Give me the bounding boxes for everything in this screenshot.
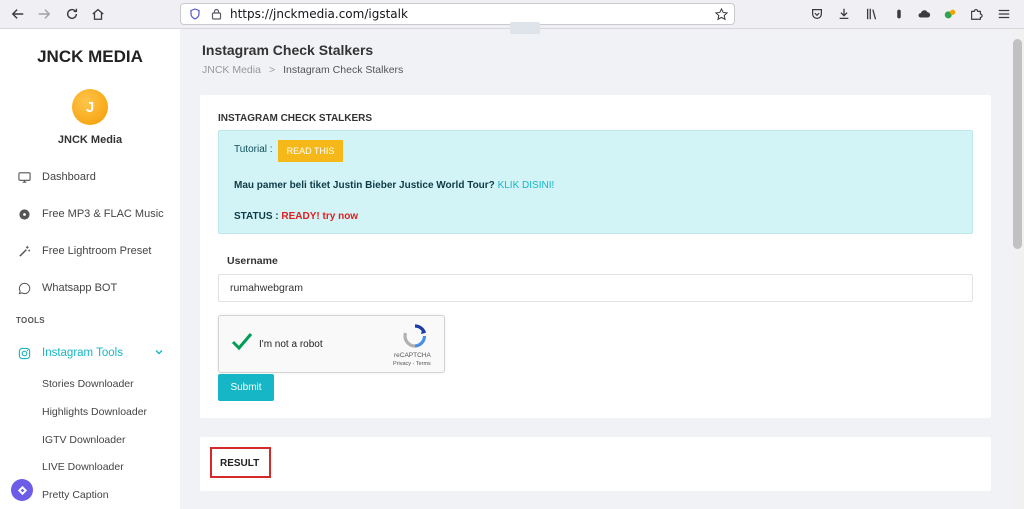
captcha-label: I'm not a robot — [259, 339, 323, 350]
sidebar: JNCK MEDIA J JNCK Media Dashboard Free M… — [0, 29, 180, 509]
puzzle-icon[interactable] — [966, 4, 986, 24]
diamond-icon — [17, 485, 27, 495]
chevron-down-icon[interactable] — [154, 347, 164, 357]
sidebar-item-label: Dashboard — [42, 171, 96, 183]
floating-action-button[interactable] — [11, 479, 33, 501]
sidebar-item-lightroom-preset[interactable]: Free Lightroom Preset — [18, 241, 151, 261]
checkmark-icon[interactable] — [231, 331, 253, 351]
sidebar-item-dashboard[interactable]: Dashboard — [18, 167, 96, 187]
reload-icon[interactable] — [62, 4, 82, 24]
breadcrumb-separator: > — [268, 64, 276, 76]
result-label: RESULT — [220, 458, 260, 469]
lock-icon[interactable] — [211, 8, 222, 20]
sidebar-item-free-music[interactable]: Free MP3 & FLAC Music — [18, 204, 164, 224]
magic-wand-icon — [18, 245, 31, 258]
menu-icon[interactable] — [994, 4, 1014, 24]
monitor-icon — [18, 171, 31, 184]
result-card: RESULT — [200, 437, 991, 491]
page-scrollbar[interactable] — [1011, 29, 1024, 509]
sidebar-subitem-pretty-caption[interactable]: Pretty Caption — [42, 489, 109, 501]
sidebar-subitem-live-downloader[interactable]: LIVE Downloader — [42, 461, 124, 473]
sidebar-item-whatsapp-bot[interactable]: Whatsapp BOT — [18, 278, 117, 298]
pocket-icon[interactable] — [807, 4, 827, 24]
promo-link[interactable]: KLIK DISINI! — [498, 180, 555, 191]
user-name: JNCK Media — [57, 134, 123, 146]
promo-message: Mau pamer beli tiket Justin Bieber Justi… — [234, 180, 495, 191]
disc-icon — [18, 208, 31, 221]
back-icon[interactable] — [8, 4, 28, 24]
address-bar[interactable]: https://jnckmedia.com/igstalk — [180, 3, 735, 25]
sidebar-subitem-stories-downloader[interactable]: Stories Downloader — [42, 378, 134, 390]
submit-button[interactable]: Submit — [218, 374, 274, 401]
scrollbar-thumb[interactable] — [1013, 39, 1022, 249]
status-label: STATUS : — [234, 211, 279, 222]
download-icon[interactable] — [834, 4, 854, 24]
brand-logo[interactable]: JNCK MEDIA — [0, 47, 180, 67]
sidebar-item-instagram-tools[interactable]: Instagram Tools — [18, 343, 123, 363]
captcha-links[interactable]: Privacy - Terms — [393, 361, 431, 367]
sidebar-item-label: Free MP3 & FLAC Music — [42, 208, 164, 220]
url-text[interactable]: https://jnckmedia.com/igstalk — [230, 7, 408, 21]
stalker-form-card: INSTAGRAM CHECK STALKERS Tutorial : READ… — [200, 95, 991, 418]
page-title: Instagram Check Stalkers — [202, 42, 374, 58]
home-icon[interactable] — [88, 4, 108, 24]
read-this-button[interactable]: READ THIS — [278, 140, 343, 162]
info-alert: Tutorial : READ THIS Mau pamer beli tike… — [218, 130, 973, 234]
library-icon[interactable] — [862, 4, 882, 24]
shield-icon[interactable] — [189, 8, 201, 20]
star-icon[interactable] — [715, 8, 728, 21]
recaptcha-logo-icon — [402, 323, 428, 349]
breadcrumb: JNCK Media > Instagram Check Stalkers — [202, 64, 403, 76]
promo-text: Mau pamer beli tiket Justin Bieber Justi… — [234, 180, 554, 191]
avatar: J — [72, 89, 108, 125]
forward-icon[interactable] — [34, 4, 54, 24]
username-label: Username — [227, 255, 278, 267]
status-line: STATUS : READY! try now — [234, 211, 358, 222]
sidebar-subitem-highlights-downloader[interactable]: Highlights Downloader — [42, 406, 147, 418]
recaptcha-widget[interactable]: I'm not a robot reCAPTCHA Privacy - Term… — [218, 315, 445, 373]
ad-indicator — [510, 22, 540, 34]
card-title: INSTAGRAM CHECK STALKERS — [218, 113, 373, 124]
result-highlight-box: RESULT — [210, 447, 271, 478]
sidebar-subitem-igtv-downloader[interactable]: IGTV Downloader — [42, 434, 125, 446]
section-label-tools: TOOLS — [16, 316, 45, 325]
sidebar-item-label: Free Lightroom Preset — [42, 245, 152, 257]
sidebar-item-label: Whatsapp BOT — [42, 282, 118, 294]
breadcrumb-current: Instagram Check Stalkers — [283, 64, 404, 76]
cloud-extension-icon[interactable] — [914, 4, 934, 24]
status-value: READY! try now — [281, 211, 359, 222]
colorful-extension-icon[interactable] — [940, 4, 960, 24]
breadcrumb-home[interactable]: JNCK Media — [202, 64, 261, 76]
whatsapp-icon — [18, 282, 31, 295]
instagram-icon — [18, 347, 31, 360]
extension-icon[interactable] — [889, 4, 909, 24]
sidebar-item-label: Instagram Tools — [42, 347, 123, 359]
username-input[interactable]: rumahwebgram — [218, 274, 973, 302]
tutorial-label: Tutorial : — [234, 144, 273, 155]
captcha-brand: reCAPTCHA — [394, 352, 431, 359]
